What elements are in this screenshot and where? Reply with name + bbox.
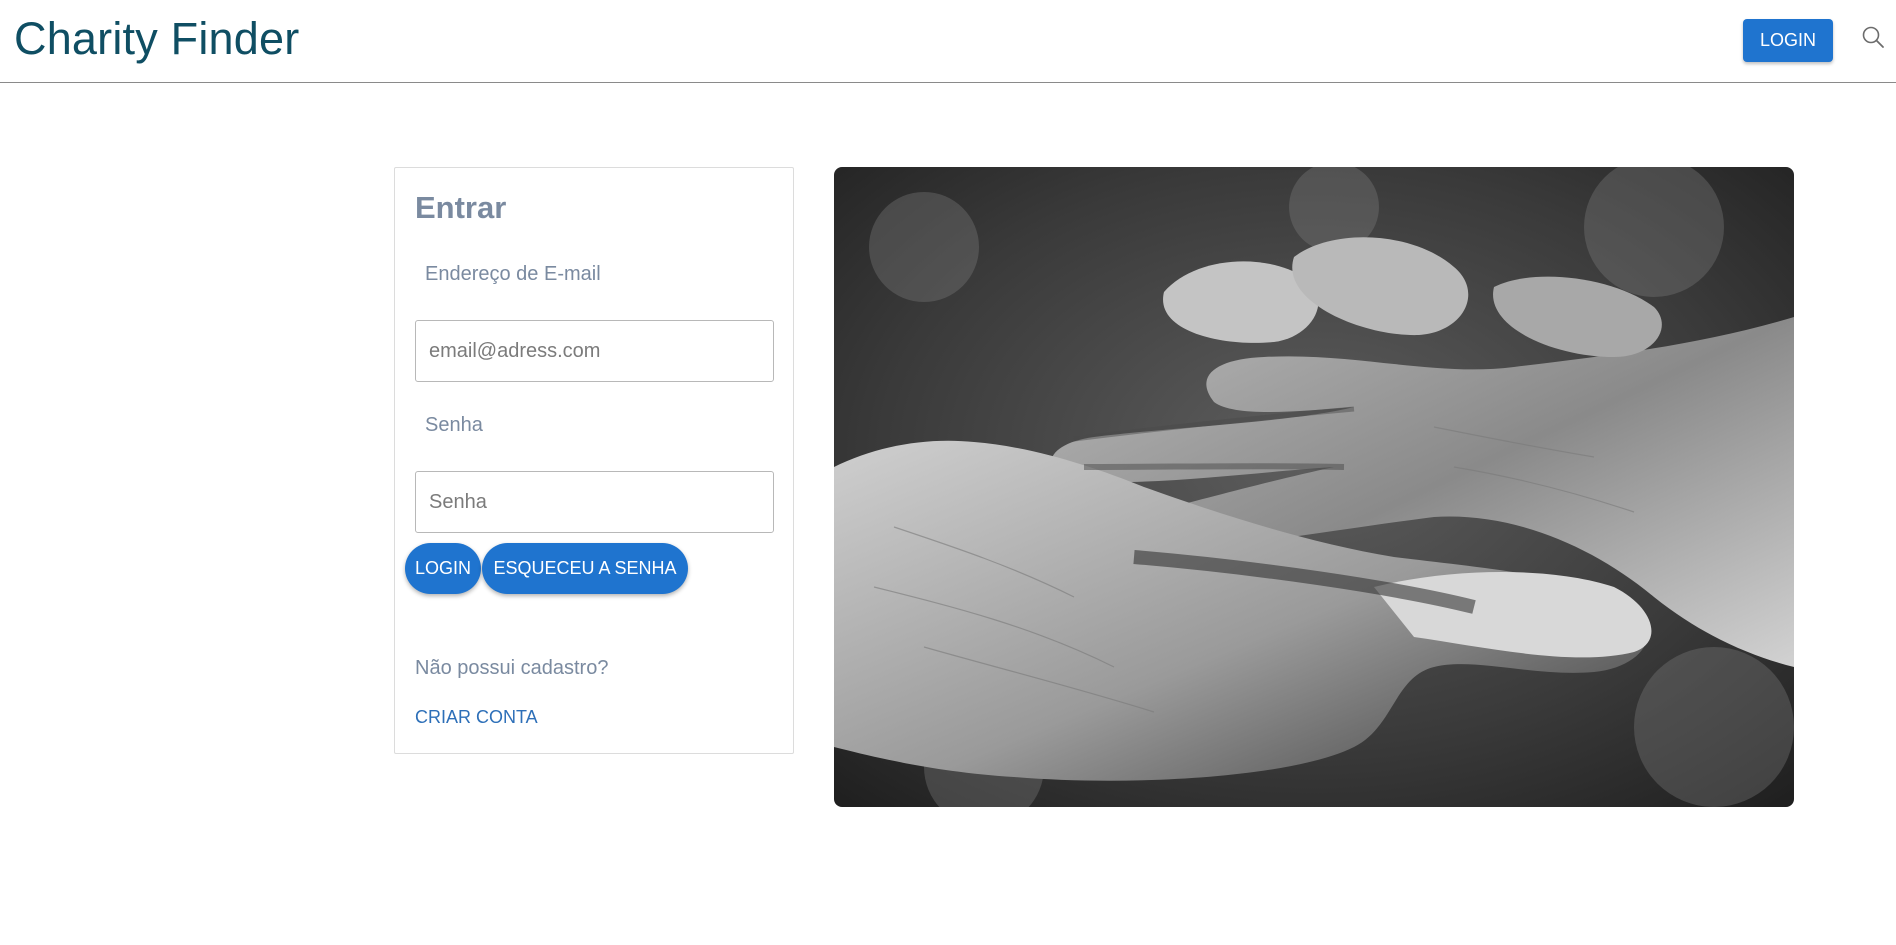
search-icon[interactable] bbox=[1860, 24, 1888, 52]
email-field[interactable] bbox=[415, 320, 774, 382]
top-navigation-bar: Charity Finder LOGIN bbox=[0, 0, 1896, 83]
email-label: Endereço de E-mail bbox=[425, 263, 601, 285]
header-login-button[interactable]: LOGIN bbox=[1743, 19, 1833, 62]
forgot-password-button[interactable]: ESQUECEU A SENHA bbox=[482, 543, 688, 594]
login-card: Entrar Endereço de E-mail Senha LOGIN ES… bbox=[394, 167, 794, 754]
login-submit-button[interactable]: LOGIN bbox=[405, 543, 481, 594]
login-card-title: Entrar bbox=[415, 190, 507, 225]
password-field[interactable] bbox=[415, 471, 774, 533]
site-title[interactable]: Charity Finder bbox=[14, 12, 299, 66]
password-label: Senha bbox=[425, 414, 483, 436]
create-account-link[interactable]: CRIAR CONTA bbox=[415, 707, 538, 728]
hero-image-hands bbox=[834, 167, 1794, 807]
no-account-text: Não possui cadastro? bbox=[415, 657, 609, 679]
